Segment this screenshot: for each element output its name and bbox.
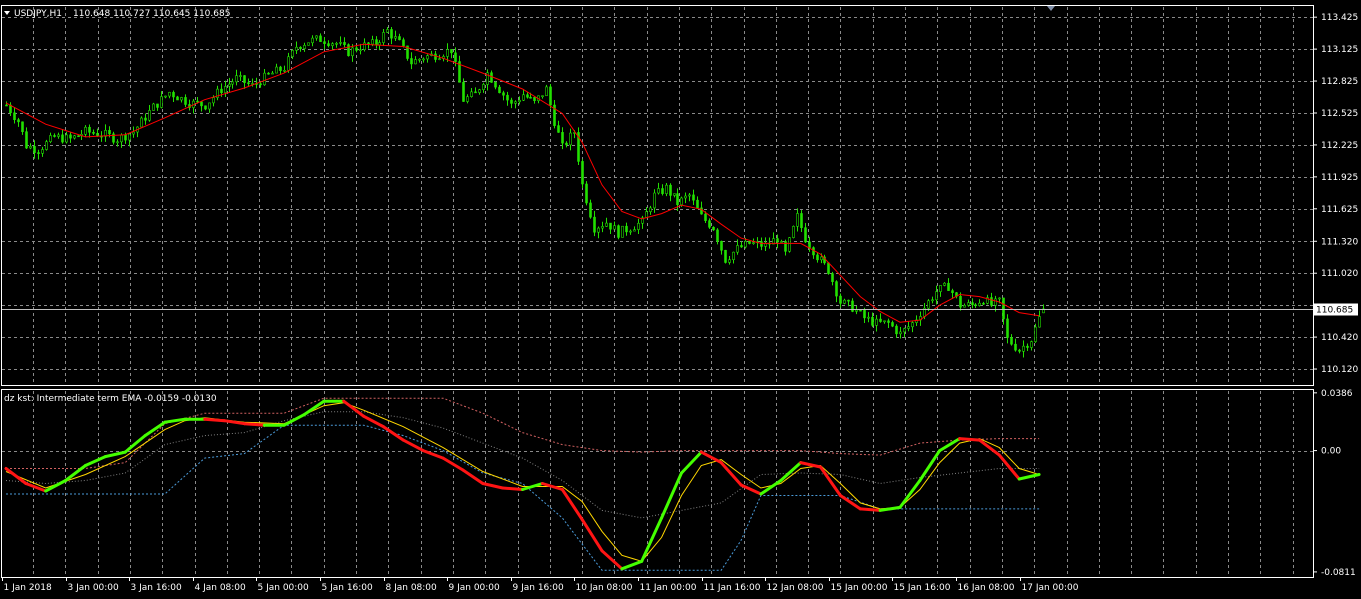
time-tick-label: 11 Jan 16:00: [704, 583, 761, 593]
price-tick-label: 111.625: [1321, 205, 1358, 215]
current-price-tag: 110.685: [1314, 303, 1358, 316]
indicator-tick-label: -0.0811: [1321, 568, 1356, 578]
time-tick-label: 17 Jan 00:00: [1022, 583, 1079, 593]
candle: [621, 225, 624, 238]
time-tick-label: 9 Jan 00:00: [449, 583, 501, 593]
time-tick-label: 15 Jan 00:00: [831, 583, 888, 593]
time-tick-label: 15 Jan 16:00: [894, 583, 951, 593]
price-tick-label: 113.125: [1321, 45, 1358, 55]
candle: [788, 237, 791, 253]
candle: [140, 116, 143, 128]
time-tick-label: 5 Jan 00:00: [258, 583, 310, 593]
current-price-label: 110.685: [1316, 306, 1353, 316]
candle: [748, 240, 751, 245]
kst-segment: [501, 486, 524, 491]
candle: [577, 127, 580, 166]
chart-background: [0, 0, 1361, 599]
price-tick-label: 110.120: [1321, 365, 1358, 375]
symbol-label: USDJPY,H1: [14, 9, 62, 19]
time-tick-label: 5 Jan 16:00: [322, 583, 374, 593]
time-tick-label: 9 Jan 16:00: [513, 583, 565, 593]
candle: [581, 159, 584, 189]
candle: [617, 224, 620, 240]
price-tick-label: 112.825: [1321, 77, 1358, 87]
price-tick-label: 111.925: [1321, 173, 1358, 183]
candle: [307, 42, 310, 46]
candle: [724, 249, 727, 264]
kst-segment: [242, 422, 266, 427]
kst-segment: [203, 417, 226, 423]
ohlc-label: 110.648 110.727 110.645 110.685: [73, 9, 230, 19]
time-tick-label: 12 Jan 08:00: [767, 583, 824, 593]
indicator-tick-label: 0.0386: [1321, 389, 1353, 399]
price-tick-label: 110.420: [1321, 333, 1358, 343]
time-tick-label: 3 Jan 00:00: [68, 583, 120, 593]
indicator-tick-label: 0.00: [1321, 447, 1341, 457]
candle: [152, 102, 155, 111]
time-tick-label: 8 Jan 08:00: [386, 583, 438, 593]
indicator-title: dz kst: Intermediate term EMA -0.0159 -0…: [4, 394, 217, 404]
main-panel-header: USDJPY,H1 110.648 110.727 110.645 110.68…: [4, 9, 230, 19]
price-tick-label: 111.320: [1321, 237, 1358, 247]
kst-segment: [958, 437, 981, 442]
price-tick-label: 111.020: [1321, 269, 1358, 279]
price-tick-label: 112.225: [1321, 141, 1358, 151]
candle: [585, 181, 588, 206]
time-tick-label: 4 Jan 08:00: [195, 583, 247, 593]
candle: [549, 84, 552, 109]
time-tick-label: 1 Jan 2018: [4, 583, 52, 593]
candle: [347, 43, 350, 57]
candle: [45, 139, 48, 151]
price-tick-label: 112.525: [1321, 109, 1358, 119]
time-tick-label: 10 Jan 08:00: [576, 583, 633, 593]
candle: [792, 225, 795, 239]
price-tick-label: 113.425: [1321, 13, 1358, 23]
chart-canvas: 113.425 113.125 112.825 112.525 112.225 111.9…: [0, 0, 1361, 599]
time-tick-label: 3 Jan 16:00: [131, 583, 183, 593]
time-tick-label: 11 Jan 00:00: [640, 583, 697, 593]
time-tick-label: 16 Jan 08:00: [958, 583, 1015, 593]
kst-segment: [858, 507, 882, 512]
